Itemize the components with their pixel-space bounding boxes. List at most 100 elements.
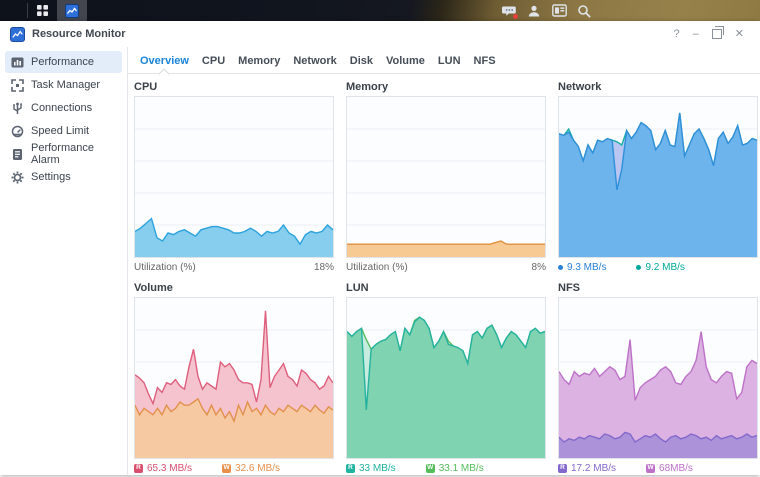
legend-marker-icon: W bbox=[425, 463, 435, 473]
resource-monitor-app-icon bbox=[10, 26, 25, 42]
task-manager-icon bbox=[11, 78, 24, 92]
tab-lun[interactable]: LUN bbox=[438, 55, 461, 67]
tab-overview[interactable]: Overview bbox=[140, 55, 189, 67]
sidebar-item-settings[interactable]: Settings bbox=[5, 166, 122, 188]
legend-item: 9.3 MB/s bbox=[558, 262, 606, 273]
tab-volume[interactable]: Volume bbox=[386, 55, 425, 67]
tab-cpu[interactable]: CPU bbox=[202, 55, 225, 67]
legend-marker-icon: W bbox=[222, 463, 232, 473]
volume-chart-footer: R 65.3 MB/s W 32.6 MB/s bbox=[134, 459, 334, 477]
close-button[interactable]: ✕ bbox=[735, 28, 744, 40]
chart-card-memory: Memory Utilization (%) 8% bbox=[346, 75, 546, 276]
network-chart-footer: 9.3 MB/s 9.2 MB/s bbox=[558, 258, 758, 276]
resource-monitor-window: Resource Monitor ? – ✕ Performance Task … bbox=[0, 21, 760, 475]
tab-disk[interactable]: Disk bbox=[350, 55, 373, 67]
legend-dot-icon bbox=[558, 264, 563, 270]
cpu-chart-canvas bbox=[134, 96, 334, 258]
help-button[interactable]: ? bbox=[674, 28, 680, 40]
sidebar-item-label: Performance bbox=[31, 56, 94, 68]
sidebar: Performance Task Manager Connections Spe… bbox=[0, 47, 128, 475]
sidebar-item-performance-alarm[interactable]: Performance Alarm bbox=[5, 142, 122, 166]
cpu-chart-footer: Utilization (%) 18% bbox=[134, 258, 334, 276]
speed-limit-icon bbox=[11, 125, 24, 137]
tab-network[interactable]: Network bbox=[293, 55, 336, 67]
axis-label: Utilization (%) bbox=[346, 261, 408, 273]
sidebar-item-performance[interactable]: Performance bbox=[5, 51, 122, 73]
search-icon bbox=[578, 4, 591, 18]
sidebar-item-label: Connections bbox=[31, 102, 93, 114]
memory-chart-footer: Utilization (%) 8% bbox=[346, 258, 546, 276]
sidebar-item-connections[interactable]: Connections bbox=[5, 97, 122, 119]
performance-alarm-icon bbox=[13, 148, 22, 160]
legend-value: 68MB/s bbox=[659, 462, 693, 474]
legend-value: 33.1 MB/s bbox=[438, 462, 484, 474]
user-icon bbox=[528, 5, 540, 16]
window-controls: ? – ✕ bbox=[674, 26, 750, 40]
volume-chart-canvas bbox=[134, 297, 334, 459]
settings-gear-icon bbox=[11, 171, 24, 183]
utilization-value: 18% bbox=[313, 261, 334, 273]
legend-marker-icon: W bbox=[646, 463, 656, 473]
network-chart-canvas bbox=[558, 96, 758, 258]
system-tray bbox=[501, 0, 592, 21]
legend-item: 9.2 MB/s bbox=[636, 261, 685, 273]
sidebar-item-label: Performance Alarm bbox=[31, 142, 94, 166]
main-panel: Overview CPU Memory Network Disk Volume … bbox=[128, 47, 760, 475]
axis-label: Utilization (%) bbox=[134, 261, 196, 273]
memory-chart-canvas bbox=[346, 96, 546, 258]
notification-badge bbox=[513, 13, 518, 19]
sidebar-item-label: Task Manager bbox=[31, 79, 101, 91]
tab-memory[interactable]: Memory bbox=[238, 55, 280, 67]
show-desktop-button[interactable] bbox=[0, 0, 27, 21]
chart-card-lun: LUN R 33 MB/s W 33.1 MB/s bbox=[346, 276, 546, 477]
chart-card-cpu: CPU Utilization (%) 18% bbox=[134, 75, 334, 276]
resource-monitor-taskbar-icon bbox=[65, 3, 79, 18]
notifications-button[interactable] bbox=[501, 3, 518, 19]
user-menu-button[interactable] bbox=[526, 3, 542, 19]
legend-item: W 32.6 MB/s bbox=[222, 463, 280, 474]
chart-card-nfs: NFS R 17.2 MB/s W 68MB/s bbox=[558, 276, 758, 477]
legend-marker-icon: R bbox=[558, 463, 567, 473]
chart-card-volume: Volume R 65.3 MB/s W 32.6 MB/s bbox=[134, 276, 334, 477]
widgets-button[interactable] bbox=[551, 3, 567, 19]
window-title: Resource Monitor bbox=[32, 28, 126, 40]
lun-chart-footer: R 33 MB/s W 33.1 MB/s bbox=[346, 459, 546, 477]
main-menu-icon bbox=[37, 5, 48, 16]
main-menu-button[interactable] bbox=[28, 0, 57, 21]
performance-icon bbox=[11, 57, 24, 67]
sidebar-item-task-manager[interactable]: Task Manager bbox=[5, 74, 122, 96]
utilization-value: 8% bbox=[531, 261, 546, 273]
legend-marker-icon: R bbox=[346, 463, 355, 473]
chart-card-network: Network 9.3 MB/s 9.2 MB/s bbox=[558, 75, 758, 276]
tab-nfs[interactable]: NFS bbox=[474, 55, 496, 67]
taskbar-app-resource-monitor[interactable] bbox=[57, 0, 87, 21]
legend-value: 33 MB/s bbox=[359, 462, 396, 474]
lun-chart-canvas bbox=[346, 297, 546, 459]
sidebar-item-speed-limit[interactable]: Speed Limit bbox=[5, 120, 122, 142]
connections-icon bbox=[13, 102, 22, 114]
chart-title: Volume bbox=[134, 282, 173, 294]
legend-value: 32.6 MB/s bbox=[235, 462, 281, 474]
chart-title: Memory bbox=[346, 81, 389, 93]
minimize-button[interactable]: – bbox=[693, 28, 699, 40]
search-button[interactable] bbox=[576, 3, 592, 19]
legend-item: R 65.3 MB/s bbox=[134, 463, 192, 474]
legend-item: R 33 MB/s bbox=[346, 463, 396, 474]
nfs-chart-footer: R 17.2 MB/s W 68MB/s bbox=[558, 459, 758, 477]
charts-grid: CPU Utilization (%) 18% Memory Utilizatio… bbox=[128, 75, 760, 477]
legend-item: W 33.1 MB/s bbox=[425, 462, 484, 474]
legend-item: W 68MB/s bbox=[646, 463, 693, 474]
restore-button[interactable] bbox=[711, 26, 724, 39]
window-titlebar[interactable]: Resource Monitor ? – ✕ bbox=[0, 21, 760, 47]
sidebar-item-label: Speed Limit bbox=[31, 125, 90, 137]
sidebar-item-label: Settings bbox=[31, 171, 71, 183]
legend-value: 17.2 MB/s bbox=[571, 462, 617, 474]
legend-value: 65.3 MB/s bbox=[147, 462, 193, 474]
legend-dot-icon bbox=[636, 264, 642, 270]
chart-title: Network bbox=[558, 81, 602, 93]
legend-item: R 17.2 MB/s bbox=[558, 463, 616, 474]
legend-value: 9.2 MB/s bbox=[645, 261, 685, 273]
legend-value: 9.3 MB/s bbox=[567, 261, 607, 273]
nfs-chart-canvas bbox=[558, 297, 758, 459]
tab-bar: Overview CPU Memory Network Disk Volume … bbox=[128, 47, 760, 80]
